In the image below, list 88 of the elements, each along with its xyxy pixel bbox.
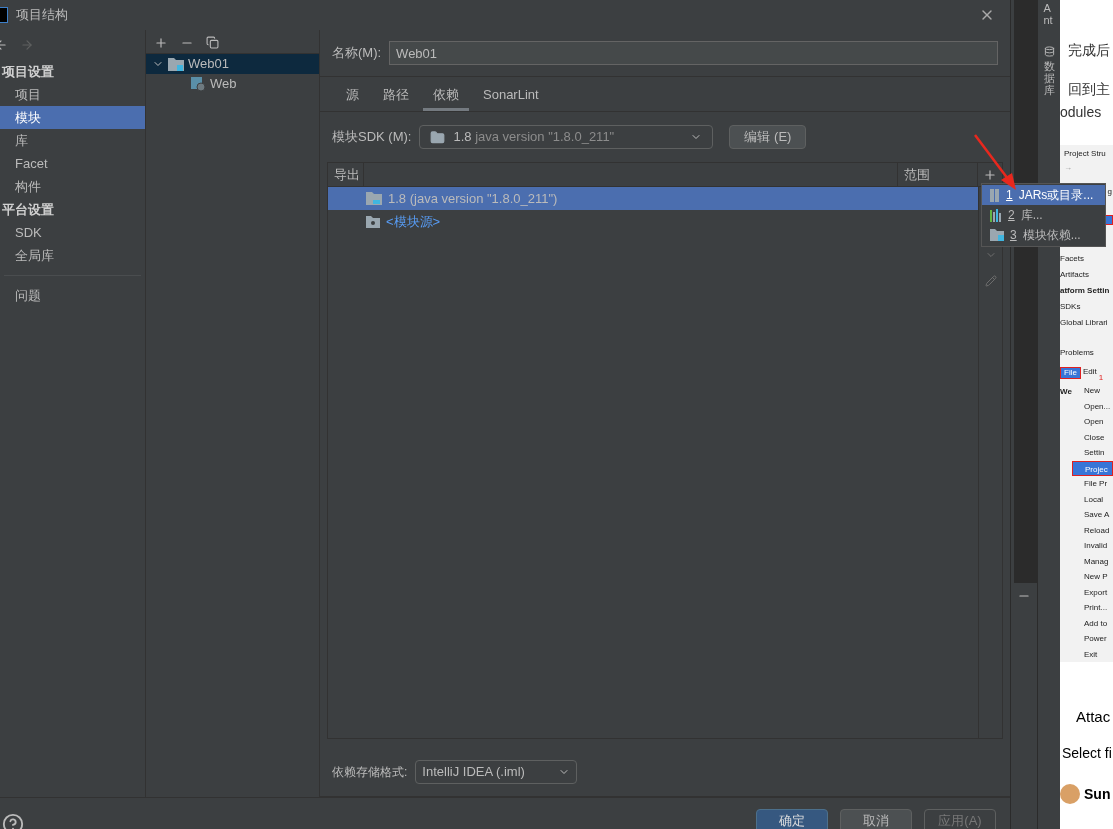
copy-icon[interactable] <box>206 36 219 49</box>
screenshot-sidebar-item: Artifacts <box>1060 269 1089 281</box>
nav-section-header: 项目设置 <box>0 62 55 81</box>
menu-entry[interactable]: Close <box>1072 429 1113 445</box>
menu-entry[interactable]: Export <box>1072 584 1113 600</box>
web-facet-icon <box>190 76 206 92</box>
forward-arrow-icon[interactable] <box>20 38 34 52</box>
avatar <box>1060 784 1080 804</box>
nav-item[interactable]: SDK <box>0 221 145 244</box>
library-icon <box>990 208 1002 222</box>
dependency-row[interactable]: <模块源> <box>328 210 978 233</box>
tool-window-tab[interactable]: 数据库 <box>1043 46 1055 97</box>
nav-section-header: 平台设置 <box>1 200 55 219</box>
menu-entry[interactable]: New P <box>1072 569 1113 585</box>
author-name: Sun <box>1084 784 1111 804</box>
menu-item[interactable]: 3 模块依赖... <box>982 225 1105 245</box>
help-icon[interactable] <box>2 813 24 829</box>
step-marker: 1 <box>1098 373 1104 383</box>
nav-item[interactable]: Facet <box>0 152 145 175</box>
module-folder-icon <box>168 57 184 71</box>
tab[interactable]: 源 <box>336 82 369 111</box>
sdk-edit-button[interactable]: 编辑 (E) <box>729 125 807 149</box>
sdk-dropdown[interactable]: 1.8 java version "1.8.0_211" <box>419 125 714 149</box>
nav-item[interactable]: 全局库 <box>0 244 145 267</box>
menu-entry[interactable]: Open... <box>1072 398 1113 414</box>
screenshot-sidebar-item: Facets <box>1060 253 1084 265</box>
menu-entry[interactable]: Projec <box>1072 460 1113 476</box>
menu-item[interactable]: 2 库... <box>982 205 1105 225</box>
menu-entry[interactable]: Open <box>1072 414 1113 430</box>
file-menu[interactable]: File <box>1060 367 1081 379</box>
paragraph-text: 完成后 <box>1068 41 1111 60</box>
menu-entry[interactable]: Print... <box>1072 600 1113 616</box>
column-header: 导出 <box>328 163 364 186</box>
column-header: 范围 <box>898 163 978 186</box>
window-title: 项目结构 <box>16 6 68 25</box>
arrow-icon: → <box>1064 163 1072 173</box>
annotation-arrow <box>972 133 1018 191</box>
side-text: We <box>1060 387 1072 397</box>
screenshot-sidebar-item: Global Librari <box>1060 317 1108 329</box>
sdk-folder-icon <box>430 129 446 145</box>
database-icon <box>1043 46 1055 58</box>
storage-format-label: 依赖存储格式: <box>332 763 408 781</box>
edit-icon[interactable] <box>984 275 997 287</box>
menu-entry[interactable]: Invalid <box>1072 538 1113 554</box>
tree-item[interactable]: Web <box>146 74 319 94</box>
sdk-label: 模块SDK (M): <box>332 128 412 147</box>
screenshot-sidebar-item: atform Settin <box>1060 285 1110 297</box>
app-logo-icon <box>0 7 8 23</box>
name-field[interactable]: Web01 <box>389 41 998 65</box>
nav-item[interactable]: 项目 <box>0 83 145 106</box>
storage-format-dropdown[interactable]: IntelliJ IDEA (.iml) <box>415 759 578 784</box>
name-label: 名称(M): <box>332 44 382 63</box>
add-icon[interactable] <box>983 167 997 182</box>
source-folder-icon <box>366 215 380 228</box>
menu-entry[interactable]: New <box>1072 383 1113 399</box>
add-icon[interactable] <box>154 35 168 50</box>
tab[interactable]: SonarLint <box>473 82 549 111</box>
nav-item[interactable]: 库 <box>0 129 145 152</box>
nav-item[interactable]: 问题 <box>0 284 145 307</box>
menu-entry[interactable]: Add to <box>1072 615 1113 631</box>
menu-entry[interactable]: Local <box>1072 491 1113 507</box>
nav-item[interactable]: 构件 <box>0 175 145 198</box>
menu-entry[interactable]: Power <box>1072 631 1113 647</box>
screenshot-title: Project Stru <box>1064 149 1107 159</box>
screenshot-sidebar-item: Problems <box>1060 347 1094 359</box>
menu-bar-item[interactable]: Edit <box>1082 367 1097 377</box>
menu-entry[interactable]: Save A <box>1072 507 1113 523</box>
dialog-button[interactable]: 确定 <box>756 809 828 829</box>
screenshot-sidebar-item: SDKs <box>1060 301 1081 313</box>
module-folder-icon <box>990 229 1004 241</box>
menu-entry[interactable]: Exit <box>1072 646 1113 662</box>
paragraph-text: Select fi <box>1062 743 1113 763</box>
dialog-button[interactable]: 取消 <box>840 809 912 829</box>
menu-entry[interactable]: Manag <box>1072 553 1113 569</box>
jar-icon <box>990 188 1000 202</box>
tree-item[interactable]: Web01 <box>146 54 319 74</box>
menu-item[interactable]: 1 JARs或目录... <box>982 185 1105 205</box>
paragraph-text: odules <box>1060 103 1103 122</box>
paragraph-text: 回到主 <box>1068 80 1111 99</box>
menu-entry[interactable]: Settin <box>1072 445 1113 461</box>
sdk-folder-icon <box>366 192 382 205</box>
menu-entry[interactable]: Reload <box>1072 522 1113 538</box>
nav-item[interactable]: 模块 <box>0 106 145 129</box>
tool-window-tab[interactable]: Ant <box>1043 2 1055 27</box>
tab[interactable]: 路径 <box>373 82 419 111</box>
heading-text: Attac <box>1076 707 1112 727</box>
screenshot-sidebar-item: g <box>1107 187 1112 197</box>
menu-entry[interactable]: File Pr <box>1072 476 1113 492</box>
